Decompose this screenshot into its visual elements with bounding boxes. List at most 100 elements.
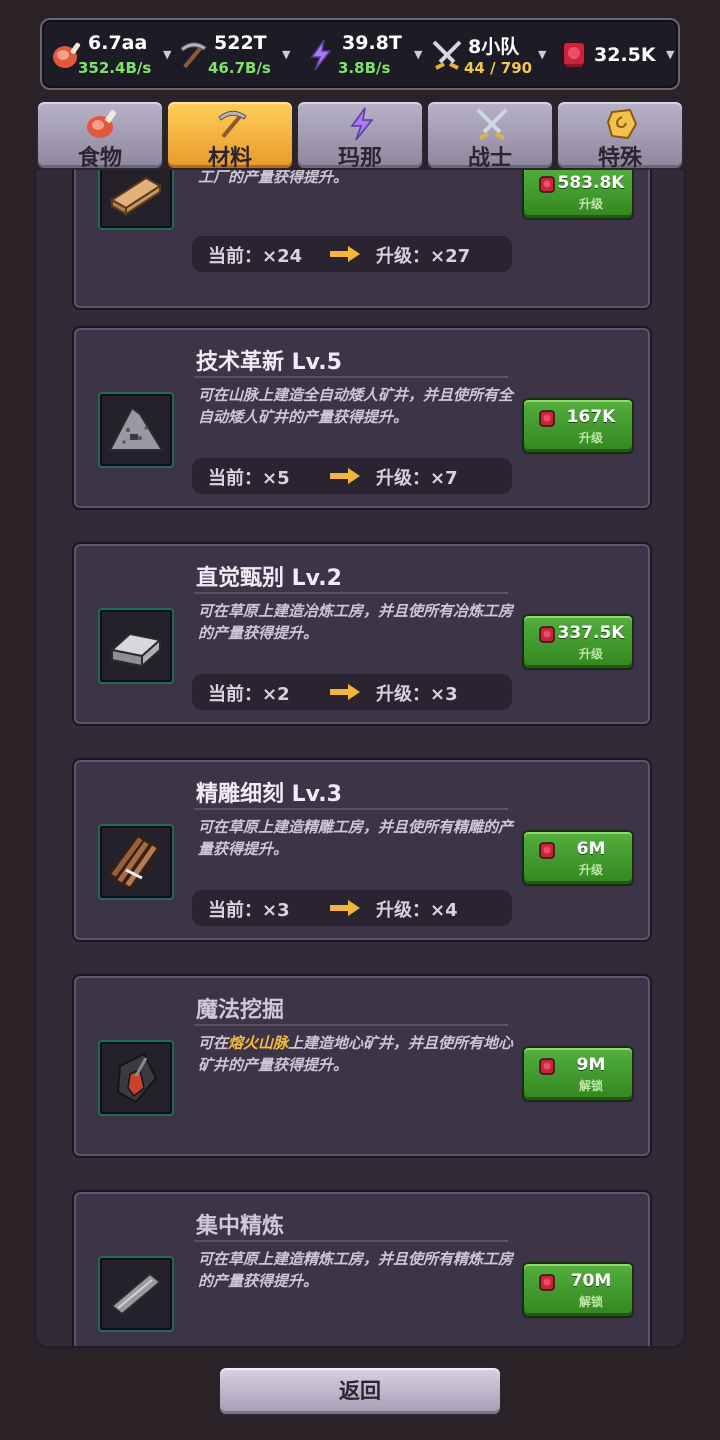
mana-value: 39.8T <box>342 32 402 54</box>
upgrade-thumbnail <box>98 1040 174 1116</box>
upgrade-thumbnail <box>98 608 174 684</box>
upgrade-cost: 583.8K <box>557 173 625 193</box>
upgrade-title: 集中精炼 <box>196 1214 285 1239</box>
upgrade-card-wood-processing: 可在草原上建造木材加工厂，并且使所有木材加工厂的产量获得提升。 583.8K 升… <box>72 170 652 310</box>
magic-shovel-icon <box>116 1052 158 1104</box>
chevron-down-icon[interactable]: ▼ <box>163 48 171 61</box>
food-rate: 352.4B/s <box>78 59 152 77</box>
chevron-down-icon[interactable]: ▼ <box>282 48 290 61</box>
upgrade-action-label: 升级 <box>578 863 603 877</box>
unlock-action-label: 解锁 <box>578 1295 603 1309</box>
upgrade-cost: 167K <box>566 407 616 427</box>
ore-pile-icon <box>108 406 164 451</box>
back-button-label: 返回 <box>339 1379 381 1403</box>
upgrade-action-label: 升级 <box>578 431 603 445</box>
resource-mana[interactable]: 39.8T 3.8B/s ▼ <box>304 28 428 84</box>
title-divider <box>194 592 508 594</box>
chevron-down-icon[interactable]: ▼ <box>414 48 422 61</box>
upgrade-button[interactable]: 583.8K 升级 <box>522 170 634 220</box>
resource-gems[interactable]: 32.5K ▼ <box>558 28 676 84</box>
next-multiplier: 升级：×3 <box>376 684 458 705</box>
warriors-count: 44 / 790 <box>464 59 533 77</box>
unlock-cost: 9M <box>576 1055 606 1075</box>
upgrade-description: 可在草原上建造木材加工厂，并且使所有木材加工厂的产量获得提升。 <box>198 170 349 186</box>
level-bar: 当前：×3 升级：×4 <box>192 890 512 926</box>
lightning-icon <box>310 39 332 71</box>
arrow-right-icon <box>330 246 360 262</box>
upgrade-list[interactable]: 可在草原上建造木材加工厂，并且使所有木材加工厂的产量获得提升。 583.8K 升… <box>34 170 686 1348</box>
iron-ingot-icon <box>109 632 163 669</box>
upgrade-card-fine-carving: 精雕细刻 Lv.3 可在草原上建造精雕工房，并且使所有精雕的产量获得提升。 6M… <box>72 758 652 942</box>
next-multiplier: 升级：×4 <box>376 900 458 921</box>
upgrade-thumbnail <box>98 392 174 468</box>
upgrade-card-intuition: 直觉甄别 Lv.2 可在草原上建造冶炼工房，并且使所有冶炼工房的产量获得提升。 … <box>72 542 652 726</box>
tab-mana[interactable]: 玛那 <box>296 100 424 171</box>
upgrade-card-focused-refining: 集中精炼 可在草原上建造精炼工房，并且使所有精炼工房的产量获得提升。 70M 解… <box>72 1190 652 1346</box>
upgrade-action-label: 升级 <box>578 647 603 661</box>
unlock-action-label: 解锁 <box>578 1079 603 1093</box>
next-multiplier: 升级：×27 <box>376 246 471 267</box>
title-divider <box>194 1024 508 1026</box>
pickaxe-icon <box>180 42 207 68</box>
next-multiplier: 升级：×7 <box>376 468 458 489</box>
tab-material[interactable]: 材料 <box>166 100 294 171</box>
upgrade-action-label: 升级 <box>578 197 603 211</box>
resource-material[interactable]: 522T 46.7B/s ▼ <box>176 28 300 84</box>
upgrade-description: 可在山脉上建造全自动矮人矿井，并且使所有全自动矮人矿井的产量获得提升。 <box>198 386 514 426</box>
arrow-right-icon <box>330 900 360 916</box>
tab-special[interactable]: 特殊 <box>556 100 684 171</box>
tab-material-label: 材料 <box>207 146 252 171</box>
current-multiplier: 当前：×24 <box>208 246 303 267</box>
current-multiplier: 当前：×3 <box>208 900 290 921</box>
resource-food[interactable]: 6.7aa 352.4B/s ▼ <box>50 28 174 84</box>
log-bundle-icon <box>108 834 160 890</box>
arrow-right-icon <box>330 684 360 700</box>
crossed-swords-icon <box>476 108 508 140</box>
arrow-right-icon <box>330 468 360 484</box>
gems-value: 32.5K <box>594 44 656 66</box>
gem-icon <box>562 41 586 67</box>
upgrade-button[interactable]: 6M 升级 <box>522 830 634 886</box>
material-rate: 46.7B/s <box>208 59 271 77</box>
upgrade-title: 精雕细刻 Lv.3 <box>196 782 342 807</box>
level-bar: 当前：×5 升级：×7 <box>192 458 512 494</box>
upgrade-thumbnail <box>98 1256 174 1332</box>
upgrade-title: 技术革新 Lv.5 <box>196 350 342 375</box>
tab-warriors-label: 战士 <box>467 146 512 171</box>
rune-stone-icon <box>606 108 638 140</box>
food-value: 6.7aa <box>88 32 148 54</box>
tab-mana-label: 玛那 <box>337 146 382 171</box>
meat-icon <box>87 110 117 138</box>
upgrade-title: 魔法挖掘 <box>196 998 285 1023</box>
steel-bar-icon <box>110 1272 162 1316</box>
tab-special-label: 特殊 <box>597 146 642 171</box>
wood-plank-icon <box>110 176 162 216</box>
current-multiplier: 当前：×5 <box>208 468 290 489</box>
title-divider <box>194 808 508 810</box>
upgrade-thumbnail <box>98 170 174 230</box>
description-text: 可在 <box>198 1034 229 1052</box>
location-highlight: 熔火山脉 <box>228 1034 289 1052</box>
unlock-button[interactable]: 70M 解锁 <box>522 1262 634 1318</box>
upgrade-description: 可在草原上建造精雕工房，并且使所有精雕的产量获得提升。 <box>198 818 514 858</box>
level-bar: 当前：×24 升级：×27 <box>192 236 512 272</box>
chevron-down-icon[interactable]: ▼ <box>538 48 546 61</box>
upgrade-button[interactable]: 337.5K 升级 <box>522 614 634 670</box>
upgrade-description: 可在草原上建造精炼工房，并且使所有精炼工房的产量获得提升。 <box>198 1250 514 1290</box>
upgrade-card-tech-innovation: 技术革新 Lv.5 可在山脉上建造全自动矮人矿井，并且使所有全自动矮人矿井的产量… <box>72 326 652 510</box>
resource-warriors[interactable]: 8小队 44 / 790 ▼ <box>430 28 554 84</box>
upgrade-description: 可在熔火山脉上建造地心矿井，并且使所有地心矿井的产量获得提升。 <box>198 1032 514 1076</box>
upgrade-button[interactable]: 167K 升级 <box>522 398 634 454</box>
chevron-down-icon[interactable]: ▼ <box>666 48 674 61</box>
unlock-cost: 70M <box>570 1271 612 1291</box>
unlock-button[interactable]: 9M 解锁 <box>522 1046 634 1102</box>
back-button[interactable]: 返回 <box>218 1366 502 1416</box>
resource-bar: 6.7aa 352.4B/s ▼ 522T 46.7B/s ▼ 39.8T 3.… <box>40 18 680 90</box>
pickaxe-icon <box>218 110 247 138</box>
crossed-swords-icon <box>432 40 462 70</box>
tab-food[interactable]: 食物 <box>36 100 164 171</box>
current-multiplier: 当前：×2 <box>208 684 290 705</box>
tab-warriors[interactable]: 战士 <box>426 100 554 171</box>
warriors-value: 8小队 <box>468 36 520 58</box>
tab-food-label: 食物 <box>77 146 122 171</box>
